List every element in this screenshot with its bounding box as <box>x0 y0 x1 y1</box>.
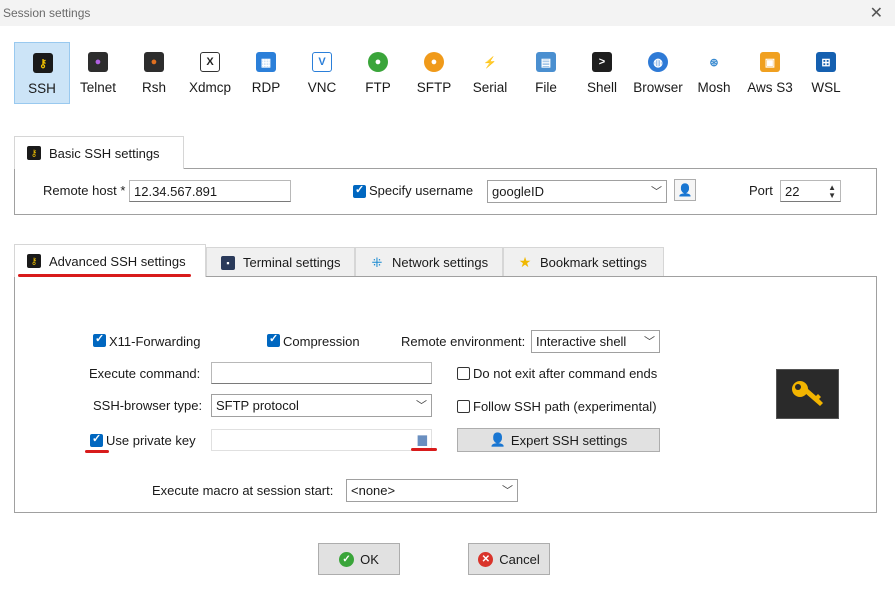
execute-macro-select[interactable]: <none> ﹀ <box>346 479 518 502</box>
x11-forwarding-checkbox[interactable] <box>93 332 106 347</box>
tab-network-settings[interactable]: ⁜ Network settings <box>355 247 503 277</box>
chevron-down-icon: ﹀ <box>502 485 513 497</box>
annotation-underline <box>411 448 437 451</box>
rdp-icon: ▦ <box>256 52 276 72</box>
follow-ssh-path-label: Follow SSH path (experimental) <box>473 399 657 414</box>
ssh-key-icon: ⚷ <box>27 254 41 268</box>
ftp-icon: ● <box>368 52 388 72</box>
advanced-settings-panel: X11-Forwarding Compression Remote enviro… <box>14 276 877 513</box>
annotation-underline <box>18 274 191 277</box>
cancel-icon: ✕ <box>478 551 494 567</box>
window-title: Session settings <box>3 6 91 20</box>
terminal-icon: ▪ <box>221 255 235 270</box>
ssh-key-icon: ⚷ <box>33 53 53 73</box>
port-value: 22 <box>785 184 800 199</box>
chevron-down-icon: ﹀ <box>416 400 427 412</box>
sftp-icon: ● <box>424 52 444 72</box>
remote-host-input[interactable]: 12.34.567.891 <box>129 180 291 202</box>
do-not-exit-label: Do not exit after command ends <box>473 366 658 381</box>
remote-environment-select[interactable]: Interactive shell ﹀ <box>531 330 660 353</box>
user-gear-icon: 👤 <box>489 432 506 447</box>
serial-icon: ⚡ <box>480 52 500 72</box>
user-icon: 👤 <box>677 183 693 197</box>
tab-label: Advanced SSH settings <box>49 253 186 269</box>
x11-forwarding-label: X11-Forwarding <box>109 334 201 349</box>
protocol-label: WSL <box>811 80 841 95</box>
use-private-key-label: Use private key <box>106 433 196 448</box>
chevron-down-icon: ﹀ <box>651 186 662 198</box>
ssh-browser-type-value: SFTP protocol <box>216 398 299 413</box>
key-icon <box>791 381 823 406</box>
expert-ssh-settings-button[interactable]: 👤 Expert SSH settings <box>457 428 660 452</box>
expert-ssh-settings-label: Expert SSH settings <box>510 432 628 448</box>
ok-label: OK <box>360 551 379 567</box>
spin-down-icon[interactable]: ▼ <box>828 192 836 200</box>
remote-host-label: Remote host * <box>43 183 126 198</box>
remote-environment-label: Remote environment: <box>401 334 526 349</box>
basic-settings-panel: Remote host * 12.34.567.891 Specify user… <box>14 168 877 215</box>
wsl-icon: ⊞ <box>816 52 836 72</box>
rsh-icon: ● <box>144 52 164 72</box>
tab-label: Terminal settings <box>243 255 341 270</box>
vnc-icon: V <box>312 52 332 72</box>
follow-ssh-path-checkbox[interactable] <box>457 400 470 413</box>
annotation-underline <box>85 450 109 453</box>
remote-environment-value: Interactive shell <box>536 334 627 349</box>
port-label: Port <box>749 183 773 198</box>
specify-username-label: Specify username <box>369 183 474 198</box>
file-browse-icon[interactable]: ▆ <box>418 432 427 446</box>
execute-macro-value: <none> <box>351 483 396 498</box>
compression-label: Compression <box>283 334 360 349</box>
star-icon: ★ <box>518 254 532 270</box>
tab-terminal-settings[interactable]: ▪ Terminal settings <box>206 247 355 277</box>
shell-icon: > <box>592 52 612 72</box>
user-manager-button[interactable]: 👤 <box>674 179 696 201</box>
chevron-down-icon: ﹀ <box>644 336 655 348</box>
tab-label: Basic SSH settings <box>49 145 160 161</box>
ssh-key-image <box>776 369 839 419</box>
close-icon[interactable]: ✕ <box>870 3 883 23</box>
ssh-key-icon: ⚷ <box>27 146 41 160</box>
cancel-button[interactable]: ✕ Cancel <box>468 543 550 575</box>
use-private-key-checkbox[interactable] <box>90 432 103 447</box>
execute-macro-label: Execute macro at session start: <box>152 483 334 498</box>
execute-command-label: Execute command: <box>89 366 201 381</box>
tab-advanced-ssh-settings[interactable]: ⚷ Advanced SSH settings <box>14 244 206 277</box>
mosh-icon: ⊛ <box>704 52 724 72</box>
tab-basic-ssh-settings[interactable]: ⚷ Basic SSH settings <box>14 136 184 169</box>
browser-icon: ◍ <box>648 52 668 72</box>
ok-button[interactable]: ✓ OK <box>318 543 400 575</box>
ssh-browser-type-select[interactable]: SFTP protocol ﹀ <box>211 394 432 417</box>
ssh-browser-type-label: SSH-browser type: <box>93 398 203 413</box>
check-icon: ✓ <box>339 551 355 567</box>
tab-label: Network settings <box>392 255 489 270</box>
port-input[interactable]: 22 ▲ ▼ <box>780 180 841 202</box>
execute-command-input[interactable] <box>211 362 432 384</box>
username-value: googleID <box>492 184 545 199</box>
title-bar: Session settings ✕ <box>0 0 895 26</box>
private-key-path-input[interactable]: ▆ <box>211 429 432 451</box>
specify-username-checkbox[interactable] <box>353 183 366 198</box>
telnet-icon: ● <box>88 52 108 72</box>
protocol-wsl[interactable]: ⊞ WSL <box>798 42 854 104</box>
aws-s3-icon: ▣ <box>760 52 780 72</box>
do-not-exit-checkbox[interactable] <box>457 367 470 380</box>
compression-checkbox[interactable] <box>267 332 280 347</box>
username-combobox[interactable]: googleID ﹀ <box>487 180 667 203</box>
xdmcp-icon: X <box>200 52 220 72</box>
network-icon: ⁜ <box>371 254 383 270</box>
cancel-label: Cancel <box>499 551 540 567</box>
file-icon: ▤ <box>536 52 556 72</box>
tab-label: Bookmark settings <box>540 255 647 270</box>
tab-bookmark-settings[interactable]: ★ Bookmark settings <box>503 247 664 277</box>
